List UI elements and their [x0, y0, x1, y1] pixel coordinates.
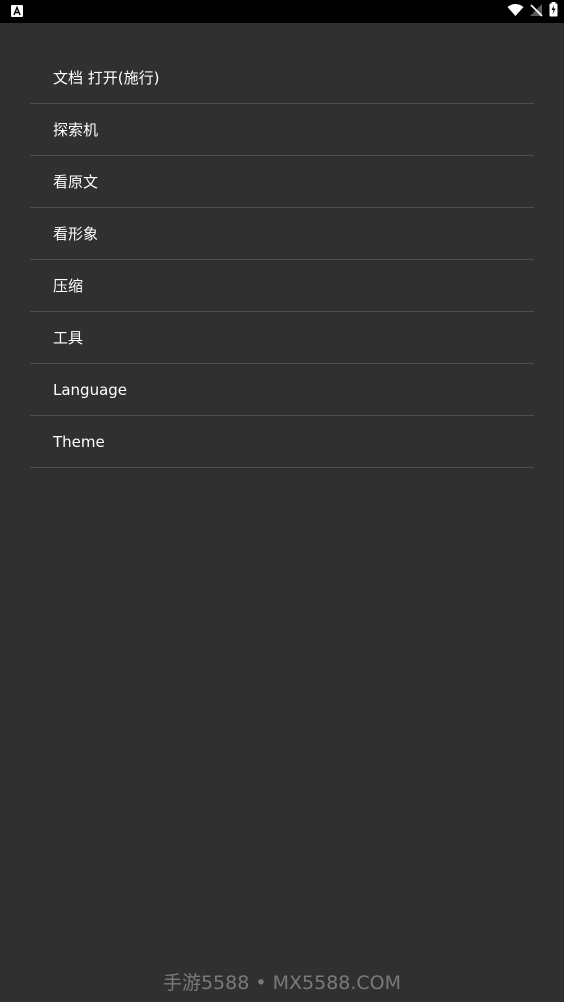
menu-item-label: 工具: [53, 329, 84, 347]
status-bar: [0, 0, 564, 23]
menu-item-label: 看形象: [53, 225, 99, 243]
menu-item-language[interactable]: Language: [30, 364, 534, 416]
main-menu: 文档 打开(施行) 探索机 看原文 看形象 压缩 工具 Language The…: [30, 52, 534, 468]
a-letter-notification-icon: [11, 5, 23, 17]
menu-item-label: 探索机: [53, 121, 99, 139]
menu-item-label: 文档 打开(施行): [53, 69, 160, 87]
menu-item-explorer[interactable]: 探索机: [30, 104, 534, 156]
menu-item-label: 看原文: [53, 173, 99, 191]
wifi-icon: [507, 2, 524, 21]
menu-item-theme[interactable]: Theme: [30, 416, 534, 468]
menu-item-view-source[interactable]: 看原文: [30, 156, 534, 208]
menu-item-open-document[interactable]: 文档 打开(施行): [30, 52, 534, 104]
battery-charging-icon: [549, 2, 558, 21]
menu-item-label: Theme: [53, 432, 105, 451]
menu-item-tools[interactable]: 工具: [30, 312, 534, 364]
status-icons: [507, 2, 558, 21]
watermark-text: 手游5588 • MX5588.COM: [162, 972, 402, 994]
no-signal-icon: [530, 2, 543, 21]
menu-item-label: 压缩: [53, 277, 84, 295]
menu-item-label: Language: [53, 380, 128, 399]
menu-item-compress[interactable]: 压缩: [30, 260, 534, 312]
menu-item-view-image[interactable]: 看形象: [30, 208, 534, 260]
